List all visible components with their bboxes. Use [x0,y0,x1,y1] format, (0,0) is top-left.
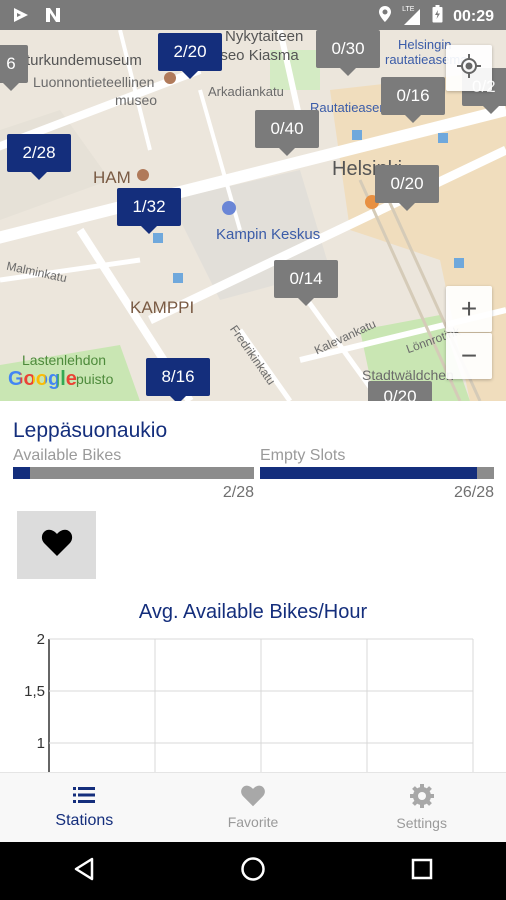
play-store-icon [12,6,30,29]
avg-bikes-chart: 21,51 [24,631,474,772]
map-label-kamppi: KAMPPI [130,298,195,317]
list-icon [72,785,96,808]
notification-n-icon [44,6,62,29]
location-icon [378,5,392,28]
gear-icon [409,784,434,811]
available-bikes-bar [13,467,254,479]
back-icon[interactable] [73,857,95,886]
map-label-kiasma: useo Kiasma [212,47,299,64]
available-bikes-label: Available Bikes [13,447,122,464]
clock: 00:29 [453,7,494,25]
system-navigation-bar [0,842,506,900]
station-marker[interactable]: 0/20 [375,165,439,211]
station-marker[interactable]: 2/28 [7,134,71,180]
network-type-label: LTE [402,5,415,13]
heart-icon [41,529,73,562]
favorite-button[interactable] [17,511,96,579]
station-marker[interactable]: 6 [0,45,28,91]
chart-y-ticks: 21,51 [24,631,45,752]
home-icon[interactable] [240,856,266,887]
station-marker[interactable]: 2/20 [158,33,222,79]
status-bar: LTE 00:29 [0,0,506,30]
nav-settings[interactable]: Settings [337,773,506,842]
map-label-arkadiankatu: Arkadiankatu [208,84,284,99]
station-detail-panel: Leppäsuonaukio Available Bikes 2/28 Empt… [0,401,506,772]
empty-slots-bar [260,467,494,479]
map-label-museum: turkundemuseum [26,52,142,69]
map-label-ham: HAM [93,168,131,187]
station-name: Leppäsuonaukio [13,419,168,442]
empty-slots-label: Empty Slots [260,447,346,464]
map-label-helsingin: Helsingin [398,37,452,52]
chart-grid [48,638,474,772]
nav-stations[interactable]: Stations [0,773,169,842]
chart-y-tick-label: 1,5 [24,683,45,700]
recents-icon[interactable] [411,858,433,885]
station-marker[interactable]: 8/16 [146,358,210,401]
google-logo: Google [8,368,77,390]
empty-slots-value: 26/28 [453,484,494,501]
map-label-museo: museo [115,92,158,108]
battery-icon [432,5,443,28]
nav-favorite-label: Favorite [227,814,279,830]
station-marker[interactable]: 0/30 [316,30,380,76]
chart-title: Avg. Available Bikes/Hour [138,601,368,623]
station-marker[interactable]: 0/40 [255,110,319,156]
bottom-navigation: Stations Favorite Settings [0,772,506,842]
nav-favorite[interactable]: Favorite [169,773,338,842]
zoom-in-label: + [460,293,478,324]
chart-y-tick-label: 2 [37,631,45,648]
nav-settings-label: Settings [396,815,447,831]
zoom-out-button[interactable]: − [446,333,492,379]
crosshair-icon [456,53,482,84]
map-label-luonnontieteellinen: Luonnontieteellinen [33,74,155,90]
zoom-out-label: − [460,340,478,371]
station-marker[interactable]: 0/14 [274,260,338,306]
map-label-kampin-keskus: Kampin Keskus [216,226,321,243]
map-view[interactable]: Nykytaiteen turkundemuseum useo Kiasma L… [0,30,506,401]
station-marker[interactable]: 0/16 [381,77,445,123]
station-marker[interactable]: 0/20 [368,381,432,401]
map-label-lastenlehdon: Lastenlehdon [22,352,107,368]
nav-stations-label: Stations [55,812,114,829]
map-label-puisto: puisto [76,371,114,387]
my-location-button[interactable] [446,45,492,91]
available-bikes-value: 2/28 [222,484,254,501]
heart-icon [240,785,266,810]
zoom-in-button[interactable]: + [446,286,492,332]
available-bikes-fill [13,467,31,479]
station-marker[interactable]: 1/32 [117,188,181,234]
empty-slots-fill [260,467,478,479]
signal-lte-icon: LTE [402,5,422,26]
map-label-nykytaiteen: Nykytaiteen [225,30,304,45]
chart-y-tick-label: 1 [37,735,45,752]
